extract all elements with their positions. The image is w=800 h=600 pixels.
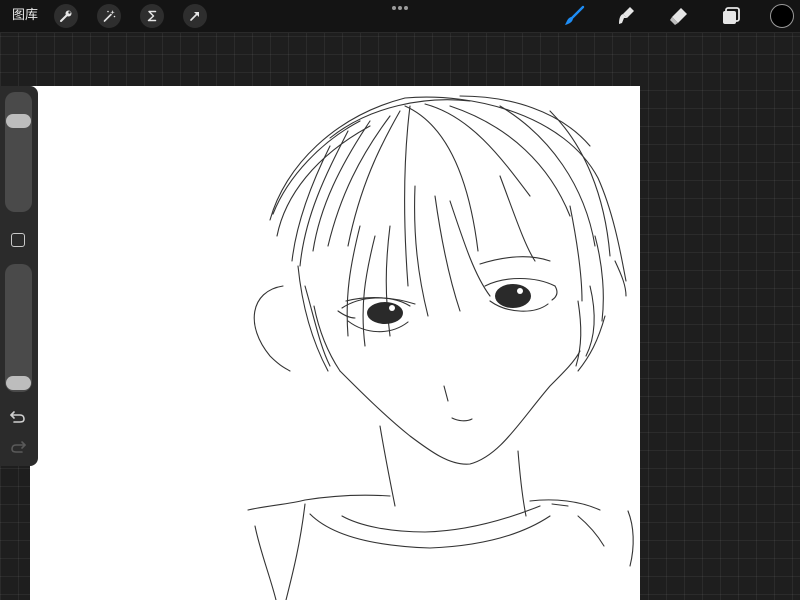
side-panel bbox=[0, 86, 38, 466]
smudge-icon bbox=[619, 7, 634, 24]
selection-icon bbox=[147, 10, 157, 22]
undo-button[interactable] bbox=[8, 408, 28, 426]
eraser-tool-button[interactable] bbox=[666, 4, 692, 28]
more-dots-icon bbox=[392, 6, 408, 10]
opacity-handle[interactable] bbox=[6, 376, 31, 390]
smudge-tool-button[interactable] bbox=[614, 4, 640, 28]
adjustments-button[interactable] bbox=[97, 4, 121, 28]
redo-icon bbox=[11, 441, 26, 453]
more-options-button[interactable] bbox=[388, 0, 412, 16]
eraser-icon bbox=[670, 8, 687, 25]
selection-button[interactable] bbox=[140, 4, 164, 28]
modify-button[interactable] bbox=[11, 233, 25, 247]
redo-button[interactable] bbox=[8, 438, 28, 456]
transform-arrow-icon bbox=[190, 12, 199, 21]
brush-size-slider[interactable] bbox=[5, 92, 32, 212]
wrench-icon bbox=[60, 10, 72, 22]
actions-button[interactable] bbox=[54, 4, 78, 28]
top-toolbar: 图库 bbox=[0, 0, 800, 33]
gallery-button[interactable]: 图库 bbox=[12, 7, 38, 25]
layers-button[interactable] bbox=[718, 4, 744, 28]
undo-icon bbox=[10, 411, 25, 423]
transform-button[interactable] bbox=[183, 4, 207, 28]
boy-portrait-sketch bbox=[247, 95, 634, 600]
brush-size-handle[interactable] bbox=[6, 114, 31, 129]
opacity-slider[interactable] bbox=[5, 264, 32, 392]
layers-icon bbox=[723, 7, 740, 24]
brush-icon bbox=[565, 5, 585, 25]
brush-tool-button[interactable] bbox=[561, 4, 587, 28]
magic-wand-icon bbox=[103, 10, 116, 22]
color-picker-button[interactable] bbox=[770, 4, 794, 28]
drawing-canvas[interactable] bbox=[30, 86, 640, 600]
